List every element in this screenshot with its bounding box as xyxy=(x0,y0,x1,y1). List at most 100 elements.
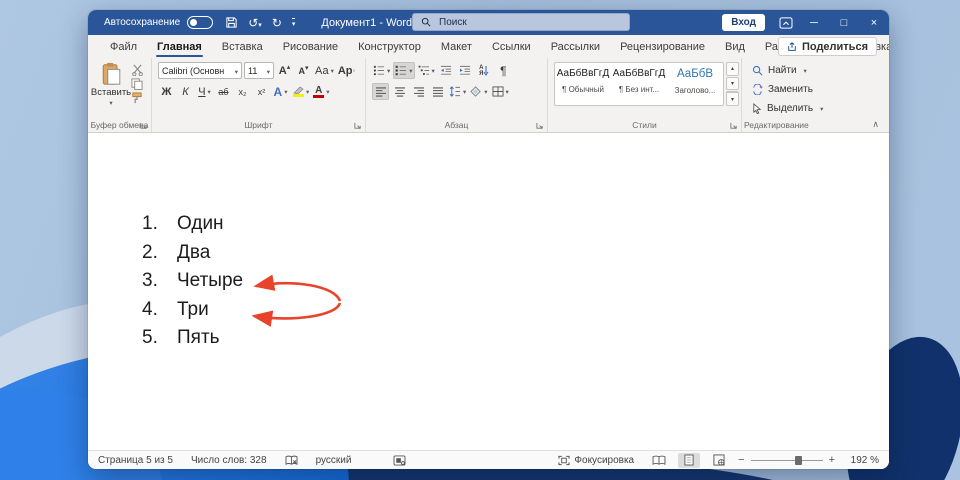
tab-layout[interactable]: Макет xyxy=(431,35,482,58)
font-size-select[interactable]: 11 xyxy=(244,62,274,79)
decrease-indent-button[interactable] xyxy=(438,62,455,79)
zoom-percentage[interactable]: 192 % xyxy=(843,455,879,466)
tab-insert[interactable]: Вставка xyxy=(212,35,273,58)
justify-icon xyxy=(432,86,443,97)
increase-indent-icon xyxy=(460,65,471,75)
zoom-thumb[interactable] xyxy=(795,455,803,465)
find-button[interactable]: Найти xyxy=(752,62,854,79)
maximize-button[interactable]: □ xyxy=(829,10,859,35)
list-item[interactable]: 4. Три xyxy=(142,296,243,325)
font-dialog-launcher-icon[interactable] xyxy=(354,122,362,130)
sort-button[interactable]: АЯ xyxy=(476,62,493,79)
cut-icon[interactable] xyxy=(131,64,144,76)
bold-button[interactable]: Ж xyxy=(158,83,175,100)
style-no-spacing[interactable]: АаБбВвГгД ¶ Без инт... xyxy=(611,63,667,105)
borders-button[interactable] xyxy=(491,83,510,100)
macro-record-icon[interactable] xyxy=(393,454,406,466)
italic-button[interactable]: К xyxy=(177,83,194,100)
language-indicator[interactable]: русский xyxy=(316,455,352,466)
text-effects-button[interactable]: А xyxy=(272,83,289,100)
align-center-button[interactable] xyxy=(391,83,408,100)
strikethrough-button[interactable]: аб xyxy=(215,83,232,100)
superscript-button[interactable]: х² xyxy=(253,83,270,100)
redo-icon[interactable]: ↻ xyxy=(272,17,282,29)
tab-view[interactable]: Вид xyxy=(715,35,755,58)
font-color-button[interactable]: А xyxy=(312,83,330,100)
page-indicator[interactable]: Страница 5 из 5 xyxy=(98,455,173,466)
align-center-icon xyxy=(394,86,405,97)
align-right-button[interactable] xyxy=(410,83,427,100)
web-layout-button[interactable] xyxy=(708,453,730,468)
change-case-button[interactable]: Аа xyxy=(314,62,335,79)
show-marks-button[interactable]: ¶ xyxy=(495,62,512,79)
sort-arrow-icon xyxy=(484,65,489,76)
close-button[interactable]: × xyxy=(859,10,889,35)
clipboard-dialog-launcher-icon[interactable] xyxy=(140,122,148,130)
ribbon-display-options-icon[interactable] xyxy=(779,16,793,29)
minimize-button[interactable]: ─ xyxy=(799,10,829,35)
tab-file[interactable]: Файл xyxy=(100,35,147,58)
paste-button[interactable]: Вставить ▾ xyxy=(91,62,131,107)
focus-mode-button[interactable]: Фокусировка xyxy=(558,455,634,466)
clear-formatting-button[interactable]: Ар ◦ xyxy=(337,62,357,79)
align-left-button[interactable] xyxy=(372,83,389,100)
tab-home[interactable]: Главная xyxy=(147,35,212,58)
paste-icon xyxy=(102,62,120,85)
signin-button[interactable]: Вход xyxy=(722,14,765,31)
word-count[interactable]: Число слов: 328 xyxy=(191,455,267,466)
list-item[interactable]: 1. Один xyxy=(142,210,243,239)
styles-scroll-up-icon[interactable]: ▴ xyxy=(726,62,739,76)
zoom-out-icon[interactable]: − xyxy=(738,454,744,466)
list-item[interactable]: 5. Пять xyxy=(142,324,243,353)
paragraph-dialog-launcher-icon[interactable] xyxy=(536,122,544,130)
styles-more-icon[interactable]: ▾ xyxy=(726,91,739,107)
style-normal[interactable]: АаБбВвГгД ¶ Обычный xyxy=(555,63,611,105)
subscript-button[interactable]: х₂ xyxy=(234,83,251,100)
shrink-font-button[interactable]: А ▾ xyxy=(295,62,312,79)
shading-button[interactable] xyxy=(469,83,488,100)
ribbon-tab-bar: Файл Главная Вставка Рисование Конструкт… xyxy=(88,35,889,58)
proofing-status-icon[interactable] xyxy=(285,455,298,466)
zoom-slider[interactable]: − + xyxy=(738,454,835,466)
grow-font-button[interactable]: А ▴ xyxy=(276,62,293,79)
tab-references[interactable]: Ссылки xyxy=(482,35,541,58)
save-icon[interactable] xyxy=(225,16,238,29)
line-spacing-button[interactable] xyxy=(448,83,467,100)
replace-button[interactable]: Заменить xyxy=(752,81,854,98)
collapse-ribbon-icon[interactable]: ∧ xyxy=(872,119,879,130)
font-family-select[interactable]: Calibri (Основн xyxy=(158,62,242,79)
undo-icon[interactable]: ↺▾ xyxy=(248,16,262,30)
tab-draw[interactable]: Рисование xyxy=(273,35,348,58)
justify-button[interactable] xyxy=(429,83,446,100)
copy-icon[interactable] xyxy=(131,78,143,90)
bullets-button[interactable] xyxy=(372,62,391,79)
tab-mailings[interactable]: Рассылки xyxy=(541,35,610,58)
align-right-icon xyxy=(413,86,424,97)
multilevel-list-button[interactable] xyxy=(417,62,436,79)
share-button[interactable]: Поделиться xyxy=(777,37,877,56)
style-heading1[interactable]: АаБбВ Заголово... xyxy=(667,63,723,105)
customize-qat-icon[interactable]: ▾ xyxy=(291,17,296,28)
list-item[interactable]: 2. Два xyxy=(142,239,243,268)
group-paragraph: АЯ ¶ Абзац xyxy=(366,58,548,132)
tab-design[interactable]: Конструктор xyxy=(348,35,431,58)
select-button[interactable]: Выделить xyxy=(752,100,854,117)
highlight-button[interactable] xyxy=(291,83,310,100)
read-mode-button[interactable] xyxy=(648,453,670,468)
zoom-in-icon[interactable]: + xyxy=(829,454,835,466)
document-canvas[interactable]: 1. Один 2. Два 3. Четыре 4. Три 5. Пять xyxy=(88,133,889,450)
styles-scroll-down-icon[interactable]: ▾ xyxy=(726,76,739,91)
list-item[interactable]: 3. Четыре xyxy=(142,267,243,296)
search-input[interactable]: Поиск xyxy=(412,13,630,31)
print-layout-button[interactable] xyxy=(678,452,701,468)
autosave-toggle[interactable] xyxy=(187,16,214,29)
increase-indent-button[interactable] xyxy=(457,62,474,79)
styles-dialog-launcher-icon[interactable] xyxy=(730,122,738,130)
tab-review[interactable]: Рецензирование xyxy=(610,35,715,58)
format-painter-icon[interactable] xyxy=(131,92,143,104)
zoom-track[interactable] xyxy=(750,455,823,465)
styles-group-label: Стили xyxy=(632,120,657,130)
numbering-button[interactable] xyxy=(393,62,415,79)
underline-button[interactable]: Ч xyxy=(196,83,213,100)
ribbon: Вставить ▾ Буфер обмена Calibri (Основн … xyxy=(88,58,889,133)
